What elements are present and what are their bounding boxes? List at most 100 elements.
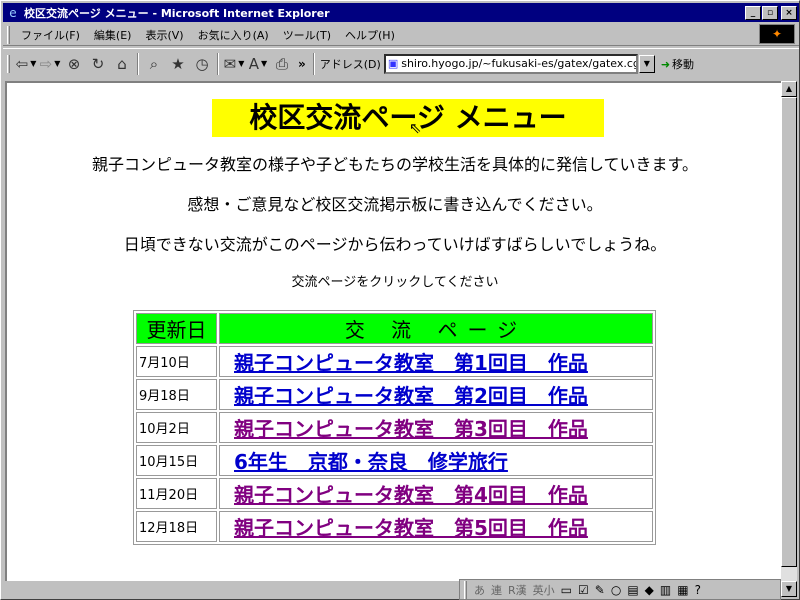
back-dropdown-icon[interactable]: ▼ bbox=[30, 59, 36, 68]
favorites-button[interactable]: ★ bbox=[167, 52, 189, 76]
toolbar-overflow-icon[interactable]: » bbox=[298, 57, 306, 71]
menubar-grip[interactable] bbox=[7, 25, 10, 44]
header-page: 交 流 ページ bbox=[219, 313, 653, 344]
row-link-cell: 6年生 京都・奈良 修学旅行 bbox=[219, 445, 653, 476]
row-link-cell: 親子コンピュータ教室 第2回目 作品 bbox=[219, 379, 653, 410]
page-link[interactable]: 親子コンピュータ教室 第1回目 作品 bbox=[234, 351, 588, 375]
ie-icon: e bbox=[9, 5, 17, 20]
menu-view[interactable]: 表示(V) bbox=[138, 25, 190, 45]
forward-button[interactable]: ⇨ ▼ bbox=[39, 52, 61, 76]
ime-conversion[interactable]: 連 bbox=[488, 582, 505, 598]
toolbar-separator bbox=[312, 52, 315, 75]
row-date: 7月10日 bbox=[136, 346, 217, 377]
table-row: 12月18日 親子コンピュータ教室 第5回目 作品 bbox=[136, 511, 653, 542]
page-icon: ▣ bbox=[387, 57, 399, 70]
go-button[interactable]: ➜ 移動 bbox=[661, 56, 694, 72]
menu-help[interactable]: ヘルプ(H) bbox=[338, 25, 402, 45]
font-size-icon: A bbox=[248, 54, 260, 73]
forward-arrow-icon: ⇨ bbox=[39, 54, 53, 73]
instruction-text: 交流ページをクリックしてください bbox=[291, 275, 499, 290]
ime-grip[interactable] bbox=[464, 580, 467, 599]
ime-help-icon[interactable]: ? bbox=[692, 583, 704, 597]
fonts-dropdown-icon[interactable]: ▼ bbox=[261, 59, 267, 68]
history-icon: ◷ bbox=[195, 54, 209, 73]
page-link[interactable]: 6年生 京都・奈良 修学旅行 bbox=[234, 450, 508, 474]
title-bar[interactable]: e 校区交流ページ メニュー - Microsoft Internet Expl… bbox=[3, 3, 799, 22]
forward-dropdown-icon[interactable]: ▼ bbox=[54, 59, 60, 68]
table-row: 7月10日 親子コンピュータ教室 第1回目 作品 bbox=[136, 346, 653, 377]
mouse-cursor-icon: ⇖ bbox=[409, 119, 422, 137]
address-label: アドレス(D) bbox=[319, 57, 381, 71]
menu-tools[interactable]: ツール(T) bbox=[276, 25, 338, 45]
toolbar: ⇦ ▼ ⇨ ▼ ⊗ ↻ ⌂ ⌕ ★ ◷ ✉ ▼ A ▼ ⎙ » アドレス(D) ▣ sh… bbox=[3, 48, 799, 78]
row-date: 11月20日 bbox=[136, 478, 217, 509]
home-button[interactable]: ⌂ bbox=[111, 52, 133, 76]
row-link-cell: 親子コンピュータ教室 第3回目 作品 bbox=[219, 412, 653, 443]
page-link[interactable]: 親子コンピュータ教室 第5回目 作品 bbox=[234, 516, 588, 540]
pages-table: 更新日 交 流 ページ 7月10日 親子コンピュータ教室 第1回目 作品 9月1… bbox=[133, 310, 656, 545]
ime-circle-icon[interactable]: ○ bbox=[608, 583, 624, 597]
print-button[interactable]: ⎙ bbox=[271, 52, 293, 76]
stop-button[interactable]: ⊗ bbox=[63, 52, 85, 76]
menu-file[interactable]: ファイル(F) bbox=[14, 25, 87, 45]
close-button[interactable]: × bbox=[781, 5, 797, 20]
search-button[interactable]: ⌕ bbox=[143, 52, 165, 76]
mail-button[interactable]: ✉ ▼ bbox=[223, 52, 245, 76]
intro-line-1: 親子コンピュータ教室の様子や子どもたちの学校生活を具体的に発信していきます。 bbox=[92, 155, 698, 174]
home-icon: ⌂ bbox=[117, 54, 127, 73]
ime-dict-icon[interactable]: ▤ bbox=[624, 583, 641, 597]
table-row: 10月2日 親子コンピュータ教室 第3回目 作品 bbox=[136, 412, 653, 443]
scroll-down-button[interactable]: ▼ bbox=[781, 581, 797, 597]
ime-kanji[interactable]: R漢 bbox=[505, 582, 530, 598]
row-link-cell: 親子コンピュータ教室 第5回目 作品 bbox=[219, 511, 653, 542]
ime-pad-icon[interactable]: ▭ bbox=[558, 583, 575, 597]
ime-book-icon[interactable]: ▥ bbox=[657, 583, 674, 597]
ime-eng-small[interactable]: 英小 bbox=[530, 582, 558, 598]
row-date: 9月18日 bbox=[136, 379, 217, 410]
favorites-icon: ★ bbox=[171, 54, 185, 73]
vertical-scrollbar[interactable]: ▲ ▼ bbox=[781, 81, 797, 597]
ime-mode-hiragana[interactable]: あ bbox=[471, 582, 488, 598]
toolbar-grip[interactable] bbox=[7, 54, 10, 73]
scroll-thumb[interactable] bbox=[781, 97, 797, 567]
toolbar-separator bbox=[137, 52, 139, 75]
intro-line-3: 日頃できない交流がこのページから伝わっていけばすばらしいでしょうね。 bbox=[123, 235, 667, 254]
back-button[interactable]: ⇦ ▼ bbox=[15, 52, 37, 76]
table-row: 10月15日 6年生 京都・奈良 修学旅行 bbox=[136, 445, 653, 476]
address-value[interactable]: shiro.hyogo.jp/~fukusaki-es/gatex/gatex.… bbox=[401, 57, 636, 70]
intro-line-2: 感想・ご意見など校区交流掲示板に書き込んでください。 bbox=[187, 195, 603, 214]
minimize-button[interactable]: _ bbox=[745, 5, 761, 20]
row-date: 10月2日 bbox=[136, 412, 217, 443]
history-button[interactable]: ◷ bbox=[191, 52, 213, 76]
ime-pen-icon[interactable]: ✎ bbox=[592, 583, 608, 597]
menu-favorites[interactable]: お気に入り(A) bbox=[191, 25, 276, 45]
fonts-button[interactable]: A ▼ bbox=[247, 52, 269, 76]
page-content: 校区交流ページ メニュー ⇖ 親子コンピュータ教室の様子や子どもたちの学校生活を… bbox=[5, 81, 781, 581]
ime-props-icon[interactable]: ▦ bbox=[674, 583, 691, 597]
table-row: 11月20日 親子コンピュータ教室 第4回目 作品 bbox=[136, 478, 653, 509]
maximize-button[interactable]: ▫ bbox=[762, 5, 778, 20]
window-title: 校区交流ページ メニュー - Microsoft Internet Explor… bbox=[24, 6, 330, 20]
row-date: 10月15日 bbox=[136, 445, 217, 476]
table-row: 9月18日 親子コンピュータ教室 第2回目 作品 bbox=[136, 379, 653, 410]
ime-check-icon[interactable]: ☑ bbox=[575, 583, 592, 597]
page-title: 校区交流ページ メニュー bbox=[212, 99, 604, 137]
menu-edit[interactable]: 編集(E) bbox=[87, 25, 139, 45]
address-field[interactable]: ▣ shiro.hyogo.jp/~fukusaki-es/gatex/gate… bbox=[383, 53, 638, 74]
menu-bar: ファイル(F) 編集(E) 表示(V) お気に入り(A) ツール(T) ヘルプ(… bbox=[3, 24, 799, 46]
scroll-up-button[interactable]: ▲ bbox=[781, 81, 797, 97]
stop-icon: ⊗ bbox=[67, 54, 81, 73]
page-link[interactable]: 親子コンピュータ教室 第2回目 作品 bbox=[234, 384, 588, 408]
windows-logo-icon: ✦ bbox=[759, 24, 795, 44]
back-arrow-icon: ⇦ bbox=[15, 54, 29, 73]
address-dropdown-button[interactable]: ▼ bbox=[638, 54, 655, 73]
header-date: 更新日 bbox=[136, 313, 217, 344]
mail-dropdown-icon[interactable]: ▼ bbox=[238, 59, 244, 68]
refresh-button[interactable]: ↻ bbox=[87, 52, 109, 76]
ime-shield-icon[interactable]: ◆ bbox=[642, 583, 657, 597]
row-link-cell: 親子コンピュータ教室 第4回目 作品 bbox=[219, 478, 653, 509]
toolbar-separator bbox=[217, 52, 219, 75]
refresh-icon: ↻ bbox=[91, 54, 105, 73]
page-link[interactable]: 親子コンピュータ教室 第3回目 作品 bbox=[234, 417, 588, 441]
page-link[interactable]: 親子コンピュータ教室 第4回目 作品 bbox=[234, 483, 588, 507]
